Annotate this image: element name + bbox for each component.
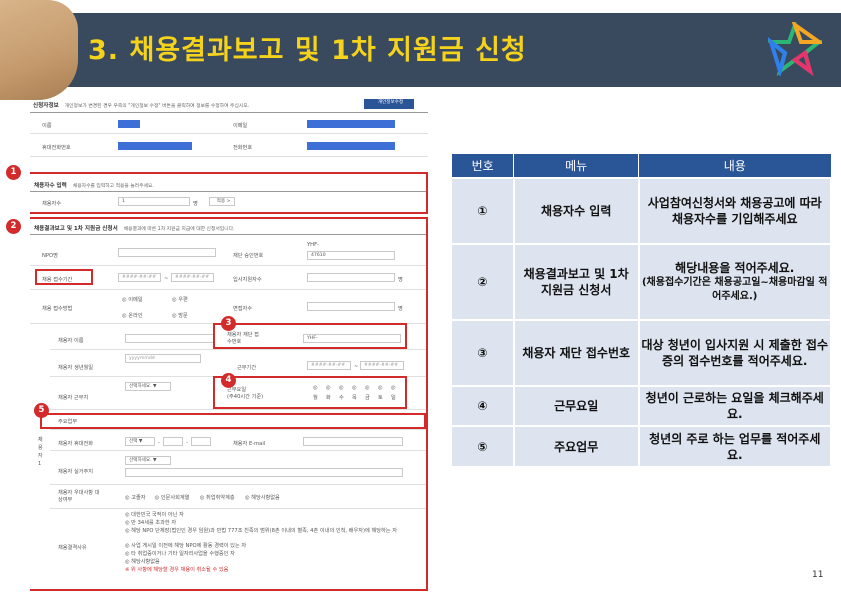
highlight-box-1: [30, 172, 428, 214]
row-num: ⑤: [452, 425, 515, 466]
applicant-section-title: 신청자정보 개인정보가 변경된 경우 우측의 "개인정보 수정" 버튼을 클릭하여…: [33, 103, 250, 109]
row-menu: 채용자수 입력: [513, 177, 640, 244]
badge-5: 5: [34, 403, 49, 418]
row-menu: 채용결과보고 및 1차 지원금 신청서: [513, 243, 640, 320]
table-header-desc: 내용: [638, 154, 832, 178]
edit-info-button[interactable]: 개인정보수정: [364, 99, 414, 109]
slide-header: 3. 채용결과보고 및 1차 지원금 신청: [0, 0, 841, 100]
page-title: 3. 채용결과보고 및 1차 지원금 신청: [88, 35, 527, 66]
star-logo-icon: [768, 22, 822, 76]
phone-label: 전화번호: [233, 145, 253, 151]
row-num: ②: [452, 243, 515, 320]
table-row: ② 채용결과보고 및 1차 지원금 신청서 해당내용을 적어주세요. (채용접수기…: [452, 243, 832, 320]
table-row: ③ 채용자 재단 접수번호 대상 청년이 입사지원 시 제출한 접수증의 접수번…: [452, 319, 832, 386]
row-num: ③: [452, 319, 515, 386]
row-desc: 사업참여신청서와 채용공고에 따라 채용자수를 기입해주세요: [638, 177, 832, 244]
masked-email: [307, 120, 395, 128]
masked-phone: [307, 142, 395, 150]
row-menu: 채용자 재단 접수번호: [513, 319, 640, 386]
row-menu: 근무요일: [513, 385, 640, 426]
table-row: ⑤ 주요업무 청년의 주로 하는 업무를 적어주세요.: [452, 425, 832, 466]
highlight-box-4: [213, 376, 407, 409]
row-desc: 청년의 주로 하는 업무를 적어주세요.: [638, 425, 832, 466]
highlight-box-5: [40, 413, 426, 429]
badge-2: 2: [6, 219, 21, 234]
row-num: ④: [452, 385, 515, 426]
badge-4: 4: [221, 373, 236, 388]
instruction-table: 번호 메뉴 내용 ① 채용자수 입력 사업참여신청서와 채용공고에 따라 채용자…: [452, 154, 832, 466]
table-header-num: 번호: [452, 154, 515, 178]
row-desc: 청년이 근로하는 요일을 체크해주세요.: [638, 385, 832, 426]
row-desc: 대상 청년이 입사지원 시 제출한 접수증의 접수번호를 적어주세요.: [638, 319, 832, 386]
table-row: ① 채용자수 입력 사업참여신청서와 채용공고에 따라 채용자수를 기입해주세요: [452, 177, 832, 244]
email-label: 이메일: [233, 123, 248, 129]
highlight-box-3: [213, 323, 407, 349]
table-row: ④ 근무요일 청년이 근로하는 요일을 체크해주세요.: [452, 385, 832, 426]
badge-1: 1: [6, 165, 21, 180]
row-menu: 주요업무: [513, 425, 640, 466]
badge-3: 3: [221, 316, 236, 331]
masked-name: [118, 120, 140, 128]
row-desc: 해당내용을 적어주세요. (채용접수기간은 채용공고일~채용마감일 적어주세요.): [638, 243, 832, 320]
highlight-period: [35, 269, 93, 285]
row-desc-main: 해당내용을 적어주세요.: [675, 261, 795, 275]
row-num: ①: [452, 177, 515, 244]
application-form-screenshot: 신청자정보 개인정보가 변경된 경우 우측의 "개인정보 수정" 버튼을 클릭하여…: [30, 96, 428, 591]
name-label: 이름: [42, 123, 52, 129]
mobile-label: 휴대전화번호: [42, 145, 71, 151]
page-number: 11: [812, 570, 824, 580]
table-header-menu: 메뉴: [513, 154, 639, 178]
masked-mobile: [118, 142, 192, 150]
row-desc-note: (채용접수기간은 채용공고일~채용마감일 적어주세요.): [641, 277, 828, 302]
hand-graphic: [0, 0, 78, 100]
